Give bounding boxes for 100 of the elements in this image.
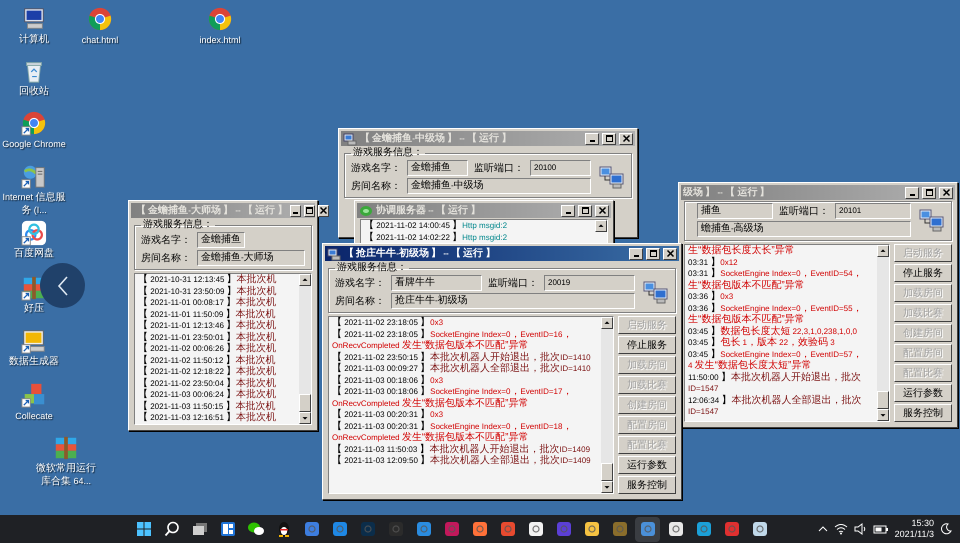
text-field[interactable]: 20100 [530,160,591,176]
text-field[interactable]: 金蟾捕鱼 [197,232,245,248]
minimize-button[interactable] [561,204,575,216]
browser-icon[interactable] [207,6,233,32]
network-computers-icon [599,165,625,189]
scroll-down-button[interactable] [601,481,613,493]
text-field[interactable]: 金蟾捕鱼-大师场 [197,250,305,266]
log-line: 【 2021-11-01 11:50:09 】本批次机 [138,308,277,320]
scroll-up-button[interactable] [299,274,311,286]
action-button[interactable]: 停止服务 [618,336,676,354]
scroll-up-button[interactable] [595,220,607,232]
log-line: 【 2021-11-01 23:50:01 】本批次机 [138,332,278,342]
field-label: 监听端口： [779,204,829,218]
window-title: 【 抢庄牛牛-初级场 】 -- 【 运行 】 [344,247,496,260]
close-button[interactable] [939,186,953,198]
close-icon [622,134,630,143]
scroll-up-button[interactable] [877,245,889,257]
action-button[interactable]: 服务控制 [618,476,676,494]
text-field[interactable]: 金蟾捕鱼 [407,160,468,176]
log-line: 【 2021-11-03 00:18:06 】SocketEngine Index=0，EventID=17， [332,386,574,398]
speaker-icon[interactable] [854,523,867,535]
icon-label: 百度网盘 [14,248,54,260]
maximize-button[interactable] [646,248,660,260]
log-line: 生“数据包长度太长”异常 [688,245,796,256]
log-line: 03:45 】包长 1，版本 22，效验码 3 [688,337,836,348]
log-line: 【 2021-11-02 23:18:05 】SocketEngine Index=0，EventID=16， [332,328,574,340]
window-title: 级场 】 -- 【 运行 】 [683,186,770,199]
log-line: 【 2021-11-03 00:18:06 】0x3 [332,374,444,386]
log-line: OnRecvCompleted 发生“数据包版本不匹配”异常 [332,432,530,444]
cloud-rings-icon[interactable] [21,220,47,246]
minimize-button[interactable] [629,248,643,260]
log-line: 【 2021-11-03 00:09:27 】本批次机器人全部退出，批次ID=1410 [332,363,592,374]
maximize-button[interactable] [602,132,616,144]
close-icon [598,206,606,215]
battery-icon[interactable] [872,523,889,535]
maximize-icon [580,206,590,215]
field-label: 监听端口： [488,276,538,290]
log-line: 03:31 】SocketEngine Index=0，EventID=54， [688,268,864,280]
field-label: 游戏名字： [141,234,191,247]
close-button[interactable] [595,204,609,216]
browser-icon[interactable] [87,6,113,32]
wifi-icon[interactable] [834,523,848,535]
text-field[interactable]: 捕鱼 [697,203,773,219]
action-button[interactable]: 运行参数 [894,384,952,402]
moon-icon[interactable] [940,523,952,535]
minimize-button[interactable] [585,132,599,144]
action-button[interactable]: 服务控制 [894,404,952,422]
log-line: 【 2021-11-02 23:50:15 】本批次机器人开始退出，批次ID=1410 [332,352,592,362]
server-icon[interactable] [21,163,47,189]
icon-label: 好压 [24,303,44,315]
cubes-icon[interactable] [21,382,47,408]
text-field[interactable]: 看牌牛牛 [391,275,482,291]
log-line: 【 2021-11-01 12:13:46 】本批次机 [138,320,278,332]
window-title: 【 金蟾捕鱼-中级场 】 -- 【 运行 】 [360,132,512,145]
close-button[interactable] [318,204,330,216]
clock-date[interactable]: 2021/11/3 [894,529,934,540]
icon-label: Google Chrome [2,138,66,151]
action-button[interactable]: 停止服务 [894,264,952,282]
log-line: OnRecvCompleted 发生“数据包版本不匹配”异常 [332,340,530,352]
log-line: 【 2021-11-02 23:18:05 】0x3 [332,317,444,328]
widgets-icon [218,520,236,538]
scroll-thumb[interactable] [877,391,889,409]
scroll-thumb[interactable] [299,394,311,412]
field-label: 房间名称： [351,180,401,193]
maximize-button[interactable] [578,204,592,216]
scroll-thumb[interactable] [601,463,613,481]
close-button[interactable] [619,132,633,144]
text-field[interactable]: 金蟾捕鱼-中级场 [407,178,591,194]
scroll-down-button[interactable] [877,409,889,421]
log-line: OnRecvCompleted 发生“数据包版本不匹配”异常 [332,398,530,408]
field-label: 游戏名字： [335,276,385,290]
close-button[interactable] [663,248,677,260]
field-label: 游戏名字： [351,162,401,175]
app-icon [359,204,373,218]
text-field[interactable]: 抢庄牛牛-初级场 [391,293,635,309]
text-field[interactable]: 20019 [544,275,635,291]
maximize-button[interactable] [304,204,316,216]
monitor-icon[interactable] [21,328,47,354]
text-field[interactable]: 蟾捕鱼-高级场 [697,221,911,237]
icon-label: 回收站 [19,86,49,98]
group-label: 游戏服务信息： [352,147,424,159]
text-field[interactable]: 20101 [835,203,911,219]
icon-label: 数据生成器 [9,356,59,368]
window-title: 协调服务器 -- 【 运行 】 [376,204,482,217]
minimize-button[interactable] [905,186,919,198]
scroll-up-button[interactable] [601,317,613,329]
action-button[interactable]: 运行参数 [618,456,676,474]
maximize-button[interactable] [922,186,936,198]
scroll-down-button[interactable] [299,412,311,424]
icon-label: Internet 信息服务 (I... [1,191,67,217]
minimize-button[interactable] [290,204,302,216]
field-label: 房间名称： [141,252,191,265]
clock-time[interactable]: 15:30 [911,518,934,529]
close-icon [942,188,950,197]
log-line: 【 2021-11-03 12:09:50 】本批次机器人全部退出，批次ID=1409 [332,455,592,466]
browser-icon[interactable] [21,110,47,136]
chevron-up-icon[interactable] [818,525,828,533]
search-icon [162,520,180,538]
log-line: 【 2021-11-03 11:50:15 】本批次机 [138,400,277,412]
network-computers-icon [919,208,945,232]
